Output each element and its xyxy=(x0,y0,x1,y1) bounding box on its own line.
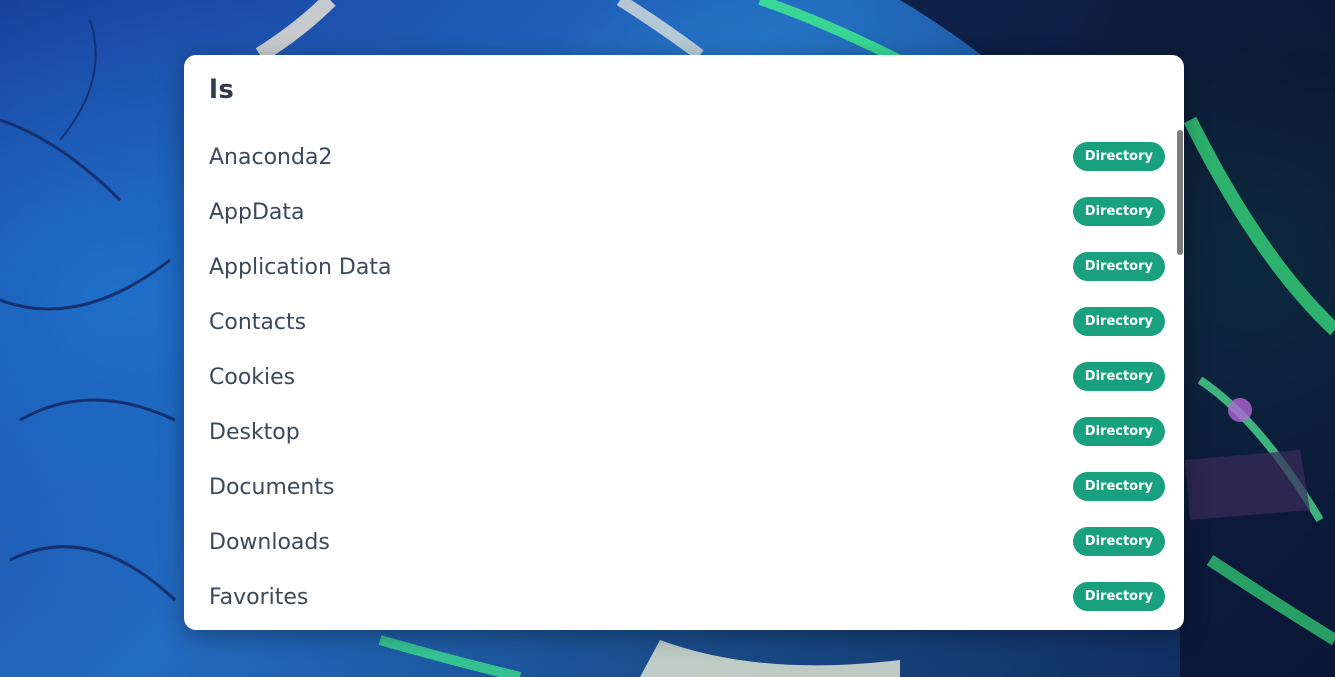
item-name: AppData xyxy=(209,200,305,225)
list-item[interactable]: Downloads Directory xyxy=(184,515,1174,570)
item-name: Documents xyxy=(209,475,335,500)
type-badge: Directory xyxy=(1072,362,1165,391)
file-list[interactable]: Anaconda2 Directory AppData Directory Ap… xyxy=(184,130,1174,625)
type-badge: Directory xyxy=(1072,582,1165,611)
listing-panel: ls Anaconda2 Directory AppData Directory… xyxy=(184,55,1184,630)
list-item[interactable]: Application Data Directory xyxy=(184,240,1174,295)
item-name: Downloads xyxy=(209,530,330,555)
panel-title: ls xyxy=(209,75,235,105)
type-badge: Directory xyxy=(1072,197,1165,226)
list-item[interactable]: Contacts Directory xyxy=(184,295,1174,350)
list-item[interactable]: Cookies Directory xyxy=(184,350,1174,405)
item-name: Contacts xyxy=(209,310,307,335)
list-item[interactable]: Desktop Directory xyxy=(184,405,1174,460)
list-item[interactable]: AppData Directory xyxy=(184,185,1174,240)
type-badge: Directory xyxy=(1072,527,1165,556)
item-name: Anaconda2 xyxy=(209,145,333,170)
type-badge: Directory xyxy=(1072,417,1165,446)
type-badge: Directory xyxy=(1072,307,1165,336)
type-badge: Directory xyxy=(1072,472,1165,501)
type-badge: Directory xyxy=(1072,252,1165,281)
list-item[interactable]: Documents Directory xyxy=(184,460,1174,515)
list-item[interactable]: Anaconda2 Directory xyxy=(184,130,1174,185)
list-item[interactable]: Favorites Directory xyxy=(184,570,1174,625)
item-name: Application Data xyxy=(209,255,392,280)
item-name: Desktop xyxy=(209,420,300,445)
scrollbar-thumb[interactable] xyxy=(1177,130,1183,255)
item-name: Cookies xyxy=(209,365,296,390)
type-badge: Directory xyxy=(1072,142,1165,171)
item-name: Favorites xyxy=(209,585,309,610)
